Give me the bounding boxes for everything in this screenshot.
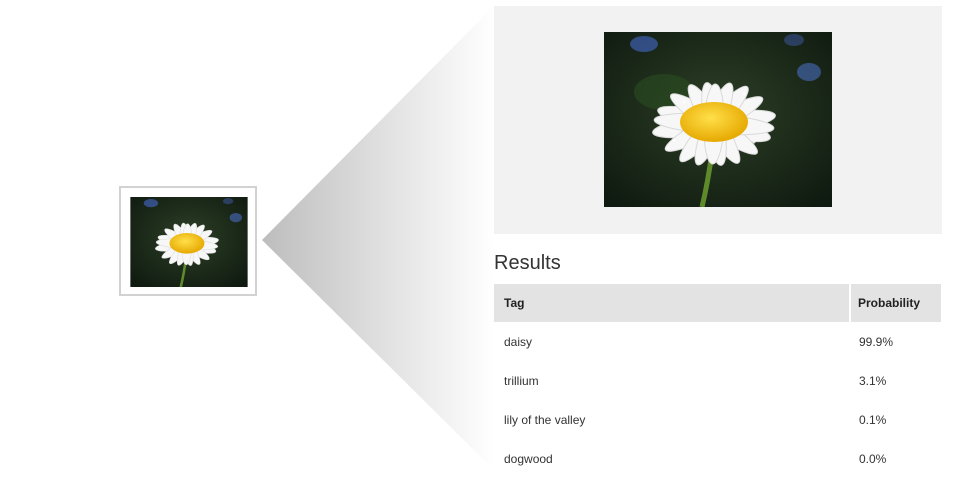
- probability-column-header[interactable]: Probability: [849, 284, 941, 322]
- probability-cell: 0.1%: [859, 412, 887, 427]
- table-row: dogwood 0.0%: [494, 439, 941, 478]
- tag-cell: daisy: [504, 334, 533, 349]
- table-row: trillium 3.1%: [494, 361, 941, 400]
- probability-cell: 99.9%: [859, 334, 894, 349]
- classifier-view: Results Tag Probability daisy 99.9% tril…: [0, 0, 955, 504]
- tag-cell: trillium: [504, 373, 539, 388]
- table-row: daisy 99.9%: [494, 322, 941, 361]
- probability-cell: 0.0%: [859, 451, 887, 466]
- input-thumbnail[interactable]: [119, 186, 257, 296]
- table-row: lily of the valley 0.1%: [494, 400, 941, 439]
- image-preview-panel: [494, 6, 942, 234]
- probability-cell: 3.1%: [859, 373, 887, 388]
- tag-cell: dogwood: [504, 451, 553, 466]
- results-table-header: Tag Probability: [494, 284, 941, 322]
- results-table: Tag Probability daisy 99.9% trillium 3.1…: [494, 284, 941, 478]
- tag-cell: lily of the valley: [504, 412, 586, 427]
- daisy-preview-image: [604, 32, 832, 207]
- daisy-thumbnail-image: [130, 197, 248, 287]
- results-heading: Results: [494, 252, 561, 274]
- tag-column-header[interactable]: Tag: [494, 284, 850, 322]
